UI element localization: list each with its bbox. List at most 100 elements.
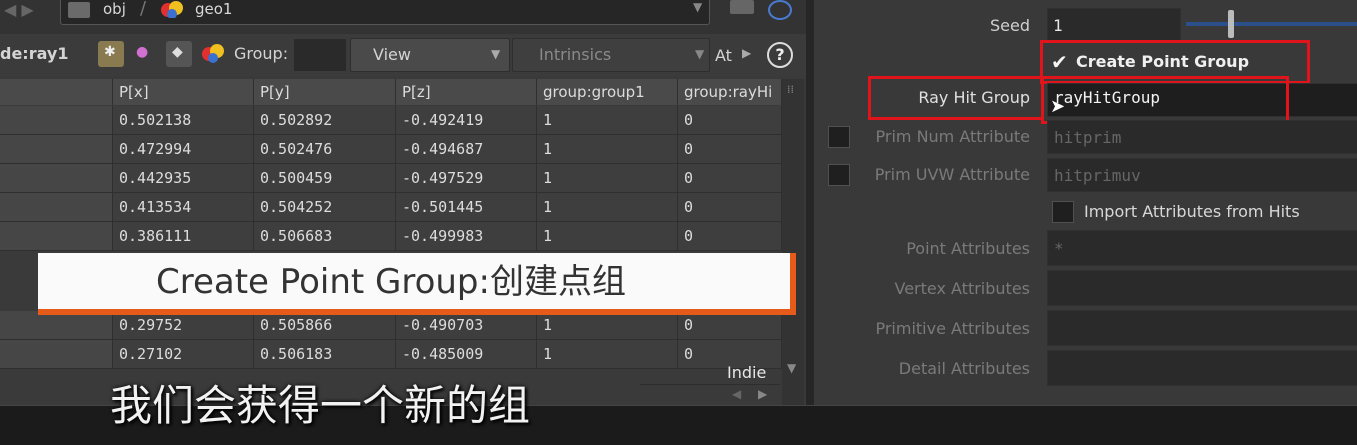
slider-handle[interactable] — [1228, 10, 1234, 38]
path-field[interactable] — [60, 0, 710, 25]
prim-num-label: Prim Num Attribute — [875, 127, 1031, 146]
table-cell[interactable]: 0.500459 — [254, 164, 396, 193]
primitives-mode-glyph: ◆ — [172, 44, 183, 60]
table-row[interactable]: 0.413534 0.504252 -0.501445 1 0 — [0, 193, 782, 222]
table-cell[interactable]: -0.490703 — [396, 311, 537, 340]
row-header[interactable] — [0, 222, 113, 251]
table-cell[interactable]: 0 — [678, 193, 782, 222]
table-cell[interactable]: 0.386111 — [113, 222, 254, 251]
breadcrumb-geo[interactable]: geo1 — [195, 0, 232, 18]
create-point-group-checkbox[interactable]: ✔ — [1051, 50, 1068, 74]
scroll-right-icon[interactable]: ▶ — [758, 387, 767, 401]
table-scrollbar[interactable]: ⁞⁞ ▼ — [782, 79, 804, 405]
horizontal-scrollbar[interactable]: ◀ ▶ — [640, 384, 780, 405]
caption-banner: Create Point Group:创建点组 — [38, 253, 796, 315]
table-cell[interactable]: 0.472994 — [113, 135, 254, 164]
table-cell[interactable]: 0 — [678, 222, 782, 251]
table-row[interactable]: 0.442935 0.500459 -0.497529 1 0 — [0, 164, 782, 193]
table-cell[interactable]: 0.29752 — [113, 311, 254, 340]
breadcrumb-obj[interactable]: obj — [103, 0, 126, 18]
scroll-down-icon[interactable]: ▼ — [787, 361, 796, 375]
table-cell[interactable]: 0 — [678, 164, 782, 193]
column-header[interactable]: P[z] — [396, 79, 537, 105]
prim-num-field[interactable]: hitprim — [1047, 120, 1357, 154]
table-row[interactable]: 0.27102 0.506183 -0.485009 1 0 — [0, 340, 782, 369]
row-header[interactable] — [0, 311, 113, 340]
import-attributes-checkbox[interactable] — [1052, 201, 1074, 223]
obj-network-icon — [68, 2, 90, 18]
row-header[interactable] — [0, 135, 113, 164]
chevron-down-icon: ▼ — [491, 47, 501, 61]
back-arrow-icon[interactable]: ◀ ▶ — [4, 0, 34, 19]
link-icon[interactable] — [768, 0, 792, 20]
play-arrow-icon[interactable]: ▶ — [742, 46, 751, 60]
table-cell[interactable]: -0.499983 — [396, 222, 537, 251]
column-header[interactable]: group:group1 — [537, 79, 678, 105]
geometry-spreadsheet-pane: ◀ ▶ obj / geo1 ▼ de:ray1 ✱ ● ◆ Group: Vi… — [0, 0, 806, 405]
column-header[interactable]: P[x] — [113, 79, 254, 105]
point-attributes-field[interactable]: * — [1047, 230, 1357, 266]
pin-icon[interactable] — [730, 0, 754, 14]
create-point-group-label[interactable]: Create Point Group — [1076, 52, 1249, 71]
table-cell[interactable]: 1 — [537, 340, 678, 369]
table-cell[interactable]: 1 — [537, 193, 678, 222]
row-header[interactable] — [0, 340, 113, 369]
table-cell[interactable]: 0.502892 — [254, 106, 396, 135]
table-cell[interactable]: 0.27102 — [113, 340, 254, 369]
chevron-down-icon: ▼ — [695, 47, 705, 61]
mouse-cursor-icon: ➤ — [1050, 96, 1066, 117]
view-dropdown[interactable]: View ▼ — [350, 38, 510, 72]
scroll-left-icon[interactable]: ◀ — [732, 387, 741, 401]
attribute-label[interactable]: At — [715, 46, 732, 65]
table-cell[interactable]: 0.504252 — [254, 193, 396, 222]
table-cell[interactable]: 0 — [678, 135, 782, 164]
table-cell[interactable]: 0.505866 — [254, 311, 396, 340]
detail-attributes-field[interactable] — [1047, 350, 1357, 386]
table-cell[interactable]: 1 — [537, 106, 678, 135]
primitive-attributes-field[interactable] — [1047, 310, 1357, 346]
column-header[interactable]: group:rayHi — [678, 79, 782, 105]
detail-mode-icon[interactable] — [200, 42, 226, 64]
parameter-pane: Seed 1 ✔ Create Point Group Ray Hit Grou… — [806, 0, 1357, 405]
table-cell[interactable]: -0.492419 — [396, 106, 537, 135]
table-cell[interactable]: -0.501445 — [396, 193, 537, 222]
import-attributes-label[interactable]: Import Attributes from Hits — [1084, 202, 1300, 221]
point-attributes-value: * — [1054, 239, 1064, 258]
table-cell[interactable]: 0 — [678, 311, 782, 340]
row-header[interactable] — [0, 193, 113, 222]
table-row[interactable]: 0.472994 0.502476 -0.494687 1 0 — [0, 135, 782, 164]
table-cell[interactable]: 0.506683 — [254, 222, 396, 251]
help-icon[interactable]: ? — [767, 42, 793, 68]
row-header[interactable] — [0, 106, 113, 135]
table-cell[interactable]: -0.494687 — [396, 135, 537, 164]
table-cell[interactable]: 0.502138 — [113, 106, 254, 135]
primitive-attributes-label: Primitive Attributes — [875, 319, 1030, 338]
table-cell[interactable]: 1 — [537, 311, 678, 340]
column-header[interactable]: P[y] — [254, 79, 396, 105]
row-header[interactable] — [0, 164, 113, 193]
table-cell[interactable]: 0.413534 — [113, 193, 254, 222]
table-cell[interactable]: 1 — [537, 135, 678, 164]
table-cell[interactable]: 0.502476 — [254, 135, 396, 164]
table-cell[interactable]: 1 — [537, 222, 678, 251]
points-mode-glyph: ✱ — [104, 44, 116, 60]
group-filter-input[interactable] — [294, 39, 346, 71]
seed-slider[interactable] — [1186, 10, 1357, 38]
seed-field[interactable]: 1 — [1047, 8, 1181, 42]
table-row[interactable]: 0.386111 0.506683 -0.499983 1 0 — [0, 222, 782, 251]
vertex-attributes-field[interactable] — [1047, 270, 1357, 306]
table-cell[interactable]: 0.506183 — [254, 340, 396, 369]
table-row[interactable]: 0.29752 0.505866 -0.490703 1 0 — [0, 311, 782, 340]
table-cell[interactable]: 0.442935 — [113, 164, 254, 193]
intrinsics-dropdown[interactable]: Intrinsics ▼ — [512, 38, 710, 72]
table-cell[interactable]: -0.497529 — [396, 164, 537, 193]
path-dropdown-icon[interactable]: ▼ — [693, 0, 702, 14]
row-header-column — [0, 79, 113, 105]
prim-uvw-field[interactable]: hitprimuv — [1047, 158, 1357, 192]
vertices-mode-icon[interactable]: ● — [136, 44, 148, 60]
table-cell[interactable]: 0 — [678, 106, 782, 135]
table-row[interactable]: 0.502138 0.502892 -0.492419 1 0 — [0, 106, 782, 135]
table-cell[interactable]: 1 — [537, 164, 678, 193]
table-cell[interactable]: -0.485009 — [396, 340, 537, 369]
geo-node-icon — [160, 0, 186, 19]
